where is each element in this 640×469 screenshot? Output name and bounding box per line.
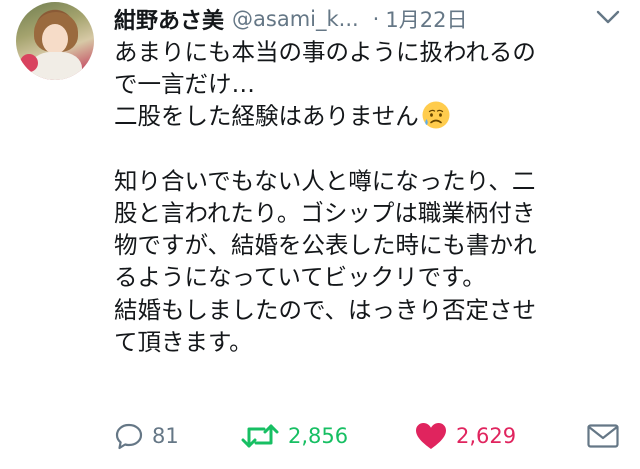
tweet-text-line: あまりにも本当の事のように扱われるの xyxy=(114,38,536,66)
retweet-button[interactable]: 2,856 xyxy=(240,416,348,456)
user-handle[interactable]: @asami_k... xyxy=(232,7,359,31)
tweet: 紺野あさ美 @asami_k... · 1月22日 あまりにも本当の事のように扱… xyxy=(0,0,640,469)
tweet-text: あまりにも本当の事のように扱われるの で一言だけ… 二股をした経験はありません … xyxy=(114,36,624,358)
like-count: 2,629 xyxy=(456,424,517,448)
tweet-text-line-with-emoji: 二股をした経験はありません xyxy=(114,100,624,132)
like-button[interactable]: 2,629 xyxy=(414,416,516,456)
heart-icon xyxy=(416,423,446,449)
reply-count: 81 xyxy=(152,424,179,448)
tweet-text-segment: 二股をした経験はありません xyxy=(114,102,419,131)
avatar[interactable] xyxy=(16,2,94,80)
chevron-down-icon[interactable] xyxy=(594,6,622,28)
retweet-count: 2,856 xyxy=(288,424,349,448)
tweet-actions: 81 2,856 2,629 xyxy=(0,416,640,456)
tweet-text-line: るようになっていてビックリです。 xyxy=(114,263,486,292)
tweet-text-line: 股と言われたり。ゴシップは職業柄付き xyxy=(114,198,536,227)
display-name[interactable]: 紺野あさ美 xyxy=(114,3,224,35)
header-separator: · xyxy=(372,7,380,31)
avatar-face xyxy=(42,24,68,54)
tweet-text-line: て頂きます。 xyxy=(114,327,253,356)
tweet-header: 紺野あさ美 @asami_k... · 1月22日 xyxy=(114,2,467,36)
timestamp[interactable]: 1月22日 xyxy=(385,4,467,34)
tweet-text-line: で一言だけ… xyxy=(114,70,255,99)
avatar-flower xyxy=(20,54,38,72)
retweet-icon xyxy=(241,424,279,448)
tweet-text-line: 知り合いでもない人と噂になったり、二 xyxy=(114,166,536,195)
sad-relieved-face-emoji-icon xyxy=(422,101,450,129)
reply-icon xyxy=(115,423,143,450)
tweet-text-line: 結婚もしましたので、はっきり否定させ xyxy=(114,295,537,324)
tweet-text-line: 物ですが、結婚を公表した時にも書かれ xyxy=(114,231,537,260)
direct-message-button[interactable] xyxy=(586,416,620,456)
reply-button[interactable]: 81 xyxy=(114,416,179,456)
avatar-body xyxy=(30,52,82,80)
envelope-icon xyxy=(587,424,619,448)
